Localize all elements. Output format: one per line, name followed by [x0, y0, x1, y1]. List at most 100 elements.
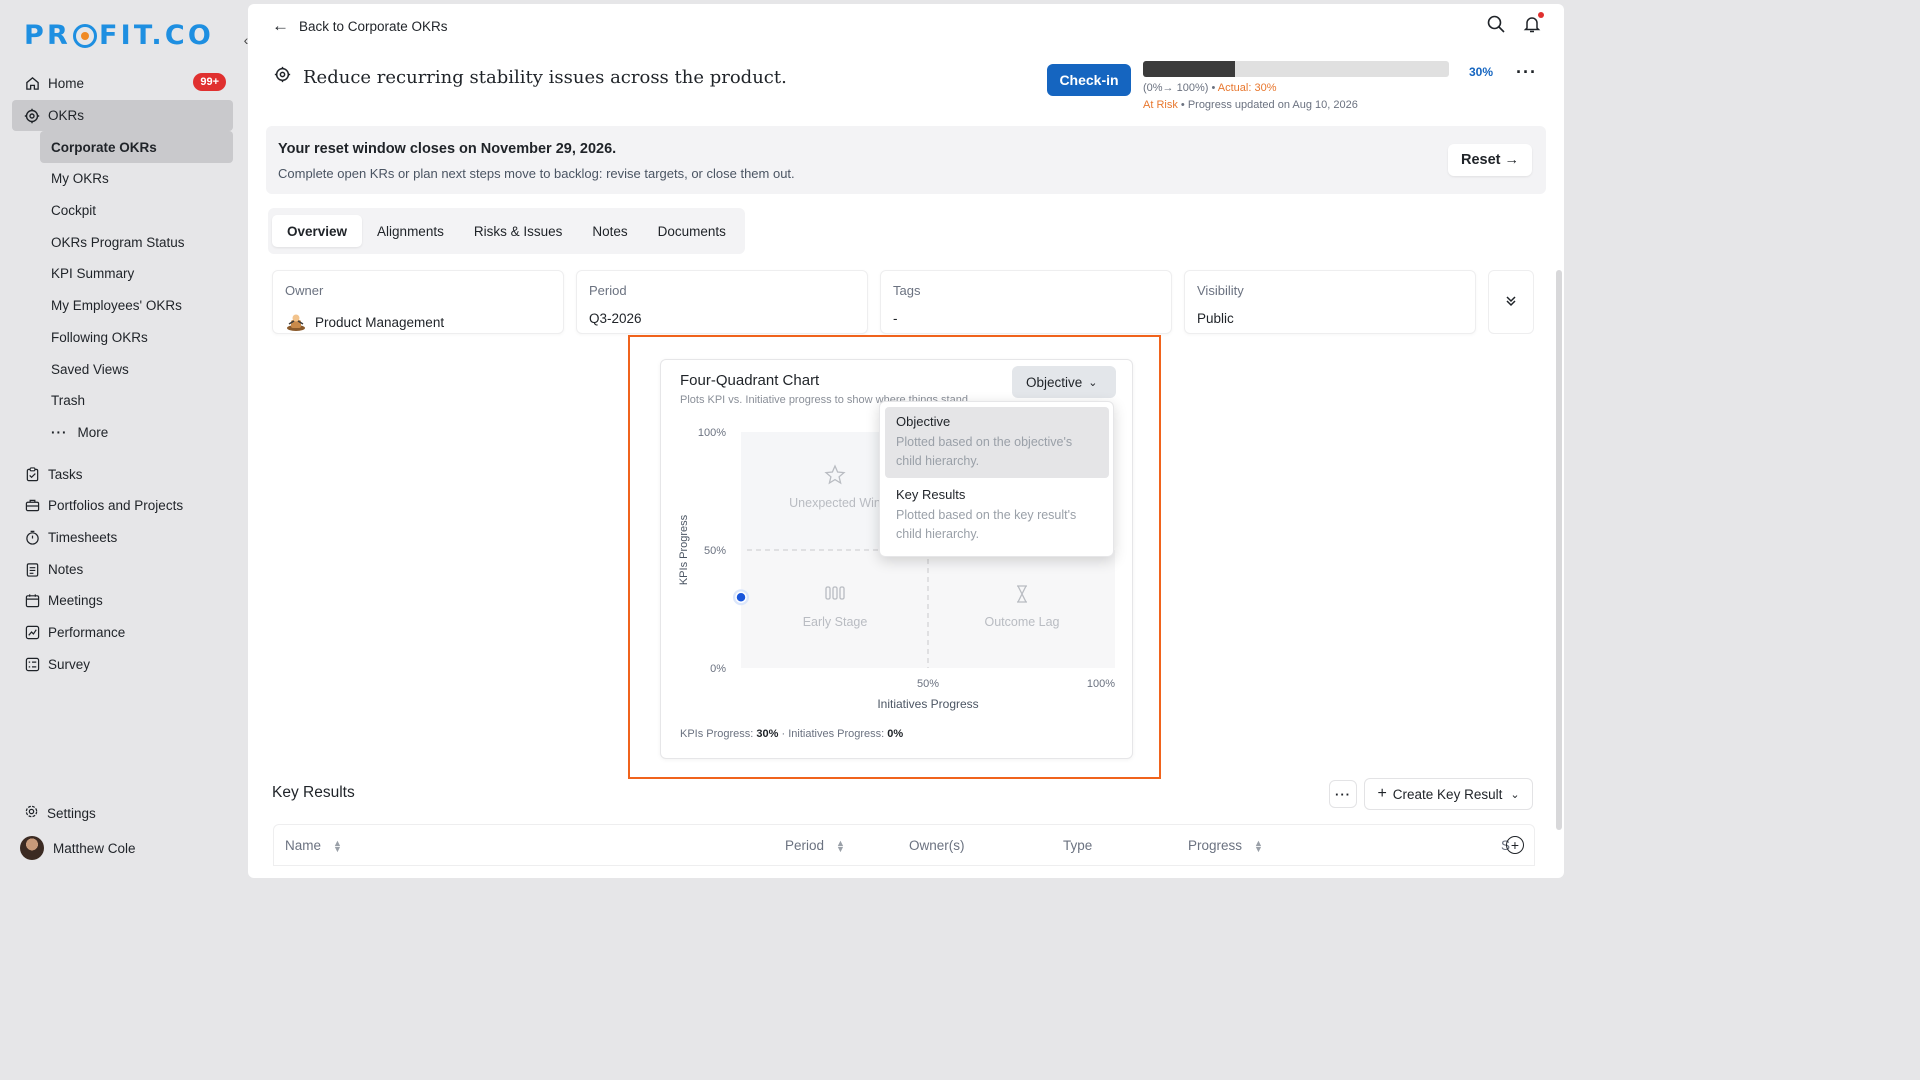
sidebar-item-label: Timesheets — [48, 529, 118, 545]
sidebar-item-timesheets[interactable]: Timesheets — [12, 522, 233, 554]
status-badge: At Risk — [1143, 99, 1178, 111]
sidebar-item-cockpit[interactable]: Cockpit — [40, 195, 233, 227]
visibility-card: Visibility Public — [1184, 270, 1476, 334]
key-results-more-button[interactable]: ··· — [1329, 780, 1357, 808]
sidebar-item-home[interactable]: Home 99+ — [12, 68, 233, 100]
owner-card: Owner Product Management — [272, 270, 564, 334]
period-card: Period Q3-2026 — [576, 270, 868, 334]
more-dots-icon: ··· — [51, 424, 68, 440]
sidebar-item-okrs-program-status[interactable]: OKRs Program Status — [40, 226, 233, 258]
sidebar-item-performance[interactable]: Performance — [12, 617, 233, 649]
user-profile[interactable]: Matthew Cole — [20, 836, 136, 860]
sidebar: PR FIT.CO ‹ Home 99+ OKRs Corporate OKRs … — [0, 0, 248, 882]
tab-notes[interactable]: Notes — [577, 215, 642, 247]
search-icon[interactable] — [1486, 14, 1506, 34]
team-avatar-icon — [285, 311, 307, 333]
sort-icon: ▲ ▼ — [836, 837, 845, 854]
column-header-name[interactable]: Name ▲ ▼ — [285, 838, 342, 853]
sidebar-item-more[interactable]: ··· More — [40, 417, 233, 449]
x-tick-label: 100% — [1087, 678, 1115, 690]
plot-basis-select[interactable]: Objective ⌄ — [1012, 366, 1116, 398]
sidebar-item-my-okrs[interactable]: My OKRs — [40, 163, 233, 195]
back-link[interactable]: ← Back to Corporate OKRs — [272, 16, 448, 36]
sidebar-item-okrs[interactable]: OKRs — [12, 99, 233, 132]
sidebar-item-following-okrs[interactable]: Following OKRs — [40, 322, 233, 354]
sidebar-item-kpi-summary[interactable]: KPI Summary — [40, 258, 233, 290]
progress-updated: • Progress updated on Aug 10, 2026 — [1180, 99, 1358, 111]
sidebar-item-survey[interactable]: Survey — [12, 648, 233, 680]
more-options-icon[interactable]: ··· — [1516, 62, 1537, 83]
add-column-icon[interactable]: + — [1506, 836, 1524, 854]
initiatives-progress-label: · Initiatives Progress: — [781, 728, 885, 740]
column-label: Progress — [1188, 838, 1243, 853]
sidebar-item-label: OKRs Program Status — [51, 234, 185, 250]
sidebar-item-meetings[interactable]: Meetings — [12, 585, 233, 617]
sidebar-nav: Home 99+ OKRs Corporate OKRs My OKRs Coc… — [12, 68, 233, 680]
sidebar-item-saved-views[interactable]: Saved Views — [40, 353, 233, 385]
progress-percent: 30% — [1469, 65, 1494, 79]
briefcase-icon — [24, 498, 40, 514]
progress-status-info: At Risk • Progress updated on Aug 10, 20… — [1143, 99, 1358, 111]
sidebar-item-tasks[interactable]: Tasks — [12, 458, 233, 490]
sidebar-item-portfolios-and-projects[interactable]: Portfolios and Projects — [12, 490, 233, 522]
sidebar-item-settings[interactable]: Settings — [24, 804, 96, 822]
column-label: Owner(s) — [909, 838, 965, 853]
tab-documents[interactable]: Documents — [643, 215, 741, 247]
chevron-down-icon: ⌄ — [1510, 788, 1520, 801]
main-content: ← Back to Corporate OKRs Reduce recurrin… — [248, 4, 1564, 878]
sidebar-item-label: Home — [48, 76, 85, 92]
progress-range: (0%→ 100%) • — [1143, 82, 1216, 94]
reset-button[interactable]: Reset → — [1448, 144, 1532, 176]
sidebar-item-label: OKRs — [48, 108, 85, 124]
create-key-result-button[interactable]: + Create Key Result ⌄ — [1364, 778, 1533, 810]
tab-risks-issues[interactable]: Risks & Issues — [459, 215, 578, 247]
chart-footer: KPIs Progress: 30% · Initiatives Progres… — [680, 728, 903, 740]
column-header-owners[interactable]: Owner(s) — [909, 838, 965, 853]
sidebar-item-notes[interactable]: Notes — [12, 553, 233, 585]
logo-text-end: FIT.CO — [98, 20, 215, 51]
plus-icon: + — [1377, 785, 1387, 802]
data-point[interactable] — [735, 591, 747, 603]
kpi-progress-value: 30% — [756, 728, 779, 740]
column-header-type[interactable]: Type — [1063, 838, 1092, 853]
arrow-left-icon: ← — [272, 16, 289, 35]
chart-title: Four-Quadrant Chart — [680, 372, 820, 389]
sidebar-item-label: Corporate OKRs — [51, 139, 157, 155]
objective-progress-bar — [1143, 61, 1449, 77]
reset-window-banner: Your reset window closes on November 29,… — [266, 126, 1546, 194]
plot-basis-value: Objective — [1026, 374, 1083, 390]
expand-details-button[interactable] — [1488, 270, 1534, 334]
column-label: Period — [785, 838, 825, 853]
sidebar-item-label: Performance — [48, 625, 126, 641]
option-key-results[interactable]: Key Results Plotted based on the key res… — [885, 480, 1109, 551]
sidebar-item-my-employees-okrs[interactable]: My Employees' OKRs — [40, 290, 233, 322]
sidebar-item-trash[interactable]: Trash — [40, 385, 233, 417]
brand-logo[interactable]: PR FIT.CO — [24, 20, 214, 51]
column-label: Name — [285, 838, 322, 853]
sidebar-item-label: Meetings — [48, 593, 103, 609]
tab-overview[interactable]: Overview — [272, 215, 363, 247]
sort-icon: ▲ ▼ — [1254, 837, 1263, 854]
tab-alignments[interactable]: Alignments — [362, 215, 459, 247]
column-header-progress[interactable]: Progress ▲ ▼ — [1188, 838, 1263, 853]
calendar-icon — [24, 593, 40, 609]
reset-subtitle: Complete open KRs or plan next steps mov… — [278, 166, 795, 181]
home-icon — [24, 76, 40, 92]
check-in-button[interactable]: Check-in — [1047, 64, 1131, 96]
period-label: Period — [589, 283, 627, 298]
sidebar-item-label: My Employees' OKRs — [51, 298, 182, 314]
option-objective[interactable]: Objective Plotted based on the objective… — [885, 407, 1109, 478]
bell-icon[interactable] — [1522, 12, 1544, 34]
avatar — [20, 836, 44, 860]
option-desc: Plotted based on the objective's child h… — [896, 435, 1073, 468]
objective-title: Reduce recurring stability issues across… — [303, 66, 787, 88]
sidebar-item-label: KPI Summary — [51, 266, 135, 282]
page-scrollbar[interactable] — [1556, 270, 1562, 830]
column-header-period[interactable]: Period ▲ ▼ — [785, 838, 845, 853]
sidebar-item-corporate-okrs[interactable]: Corporate OKRs — [40, 131, 233, 164]
sidebar-item-label: Saved Views — [51, 361, 129, 377]
objective-tabs: Overview Alignments Risks & Issues Notes… — [268, 208, 745, 254]
sidebar-item-label: Tasks — [48, 466, 83, 482]
trend-chart-icon — [24, 625, 40, 641]
sidebar-item-label: Survey — [48, 656, 91, 672]
